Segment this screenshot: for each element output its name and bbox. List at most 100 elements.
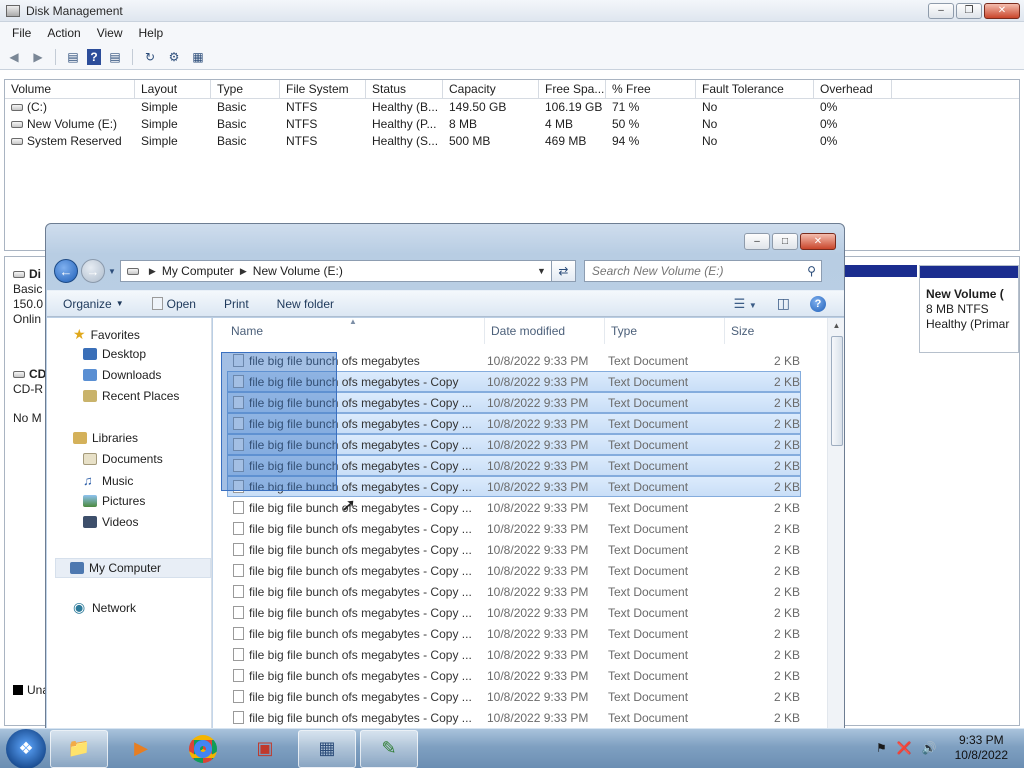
back-arrow-icon[interactable]: ◀ [4, 48, 24, 66]
volume-row[interactable]: System Reserved Simple Basic NTFS Healthy (S… [5, 133, 1019, 150]
nav-desktop[interactable]: Desktop [83, 347, 146, 361]
menu-view[interactable]: View [89, 26, 131, 40]
nav-favorites[interactable]: ★ Favorites [73, 326, 140, 343]
file-row[interactable]: file big file bunch ofs megabytes - Copy… [213, 581, 825, 602]
menu-help[interactable]: Help [131, 26, 172, 40]
column-header-size[interactable]: Size [725, 318, 801, 344]
file-row[interactable]: file big file bunch ofs megabytes - Copy… [213, 602, 825, 623]
close-button[interactable]: ✕ [984, 3, 1020, 19]
chevron-right-icon[interactable]: ▶ [240, 266, 247, 277]
forward-arrow-icon[interactable]: → [81, 259, 105, 283]
column-header-overhead[interactable]: Overhead [814, 80, 892, 98]
volume-row[interactable]: New Volume (E:) Simple Basic NTFS Healthy (P… [5, 116, 1019, 133]
search-icon[interactable]: ⚲ [807, 264, 816, 278]
forward-arrow-icon[interactable]: ▶ [28, 48, 48, 66]
volume-row[interactable]: (C:) Simple Basic NTFS Healthy (B... 149.50 G… [5, 99, 1019, 116]
chevron-right-icon[interactable]: ▶ [149, 266, 156, 277]
column-header-percent-free[interactable]: % Free [606, 80, 696, 98]
taskbar-chrome[interactable] [174, 730, 232, 768]
nav-pictures[interactable]: Pictures [83, 494, 145, 508]
back-arrow-icon[interactable]: ← [54, 259, 78, 283]
breadcrumb-my-computer[interactable]: My Computer [162, 264, 234, 278]
media-player-icon: ▶ [134, 738, 148, 758]
new-folder-button[interactable]: New folder [277, 297, 334, 311]
column-header-type[interactable]: Type [211, 80, 280, 98]
maximize-button[interactable]: ❐ [956, 3, 982, 19]
column-header-capacity[interactable]: Capacity [443, 80, 539, 98]
taskbar-disk-management[interactable]: ▦ [298, 729, 356, 768]
clock[interactable]: 9:33 PM 10/8/2022 [955, 733, 1008, 763]
refresh-icon[interactable]: ⇄ [551, 260, 576, 282]
taskbar-toolbox[interactable]: ▣ [236, 730, 294, 768]
nav-documents[interactable]: Documents [83, 452, 163, 466]
search-input[interactable] [591, 264, 792, 278]
menu-action[interactable]: Action [39, 26, 88, 40]
address-dropdown-icon[interactable]: ▼ [537, 266, 551, 276]
column-header-volume[interactable]: Volume [5, 80, 135, 98]
address-bar[interactable]: ▶ My Computer ▶ New Volume (E:) ▼ [119, 260, 552, 282]
file-size: 2 KB [773, 500, 800, 515]
print-button[interactable]: Print [224, 297, 249, 311]
column-header-file-system[interactable]: File System [280, 80, 366, 98]
column-header-free-space[interactable]: Free Spa... [539, 80, 606, 98]
file-row[interactable]: file big file bunch ofs megabytes - Copy… [213, 644, 825, 665]
file-date: 10/8/2022 9:33 PM [487, 437, 589, 452]
rescan-icon[interactable]: ▦ [188, 48, 208, 66]
scrollbar-thumb[interactable] [831, 336, 843, 446]
column-header-status[interactable]: Status [366, 80, 443, 98]
recent-pages-dropdown-icon[interactable]: ▼ [108, 267, 116, 276]
column-header-type[interactable]: Type [605, 318, 725, 344]
show-hide-icon[interactable]: ▤ [105, 48, 125, 66]
column-header-name[interactable]: ▲ Name [213, 318, 485, 344]
column-header-fault-tolerance[interactable]: Fault Tolerance [696, 80, 814, 98]
explorer-close-button[interactable]: ✕ [800, 233, 836, 250]
action-center-icon[interactable]: ⚑ [876, 741, 887, 755]
disk-0-label[interactable]: Di Basic 150.0 Onlin [13, 267, 43, 327]
explorer-minimize-button[interactable]: – [744, 233, 770, 250]
view-options-icon[interactable]: ☰ ▼ [734, 296, 757, 312]
file-row[interactable]: file big file bunch ofs megabytes - Copy… [213, 707, 825, 728]
taskbar-media-player[interactable]: ▶ [112, 730, 170, 768]
help-icon[interactable]: ? [810, 295, 826, 312]
file-row[interactable]: file big file bunch ofs megabytes - Copy… [213, 539, 825, 560]
preview-pane-icon[interactable]: ◫ [777, 295, 790, 312]
file-row[interactable]: file big file bunch ofs megabytes - Copy… [213, 518, 825, 539]
drive-icon [126, 267, 139, 275]
file-row[interactable]: file big file bunch ofs megabytes - Copy… [213, 623, 825, 644]
file-row[interactable]: file big file bunch ofs megabytes - Copy… [213, 665, 825, 686]
nav-downloads[interactable]: Downloads [83, 368, 161, 382]
file-row[interactable]: file big file bunch ofs megabytes - Copy… [213, 560, 825, 581]
settings-icon[interactable]: ⚙ [164, 48, 184, 66]
column-header-date-modified[interactable]: Date modified [485, 318, 605, 344]
nav-libraries[interactable]: Libraries [73, 431, 138, 445]
volume-e-partition[interactable]: New Volume ( 8 MB NTFS Healthy (Primar [919, 265, 1019, 353]
cdrom-label[interactable]: CD CD-R No M [13, 367, 46, 426]
minimize-button[interactable]: – [928, 3, 954, 19]
help-icon[interactable]: ? [87, 48, 101, 65]
organize-button[interactable]: Organize ▼ [63, 297, 124, 311]
nav-recent-places[interactable]: Recent Places [83, 389, 179, 403]
nav-videos[interactable]: Videos [83, 515, 138, 529]
file-row[interactable]: file big file bunch ofs megabytes - Copy… [213, 686, 825, 707]
taskbar-explorer[interactable]: 📁 [50, 729, 108, 768]
taskbar-notepad[interactable]: ✎ [360, 729, 418, 768]
properties-icon[interactable]: ▤ [63, 48, 83, 66]
nav-network[interactable]: ◉ Network [73, 599, 136, 616]
nav-my-computer[interactable]: My Computer [55, 558, 211, 578]
column-header-layout[interactable]: Layout [135, 80, 211, 98]
breadcrumb-new-volume[interactable]: New Volume (E:) [253, 264, 343, 278]
menu-file[interactable]: File [4, 26, 39, 40]
file-date: 10/8/2022 9:33 PM [487, 353, 589, 368]
open-button[interactable]: Open [151, 297, 196, 311]
explorer-window: – □ ✕ ← → ▼ ▶ My Computer ▶ New Volume (… [45, 223, 845, 729]
nav-music[interactable]: ♫ Music [83, 473, 133, 488]
refresh-icon[interactable]: ↻ [140, 48, 160, 66]
search-box[interactable]: ⚲ [583, 260, 822, 282]
network-status-icon[interactable]: ❌ [897, 741, 912, 755]
file-row[interactable]: file big file bunch ofs megabytes - Copy… [213, 497, 825, 518]
scroll-up-button[interactable]: ▲ [828, 318, 844, 334]
vertical-scrollbar[interactable]: ▲ [827, 318, 844, 728]
windows-start-icon[interactable]: ❖ [6, 728, 46, 768]
volume-icon[interactable]: 🔊 [922, 741, 937, 755]
explorer-maximize-button[interactable]: □ [772, 233, 798, 250]
